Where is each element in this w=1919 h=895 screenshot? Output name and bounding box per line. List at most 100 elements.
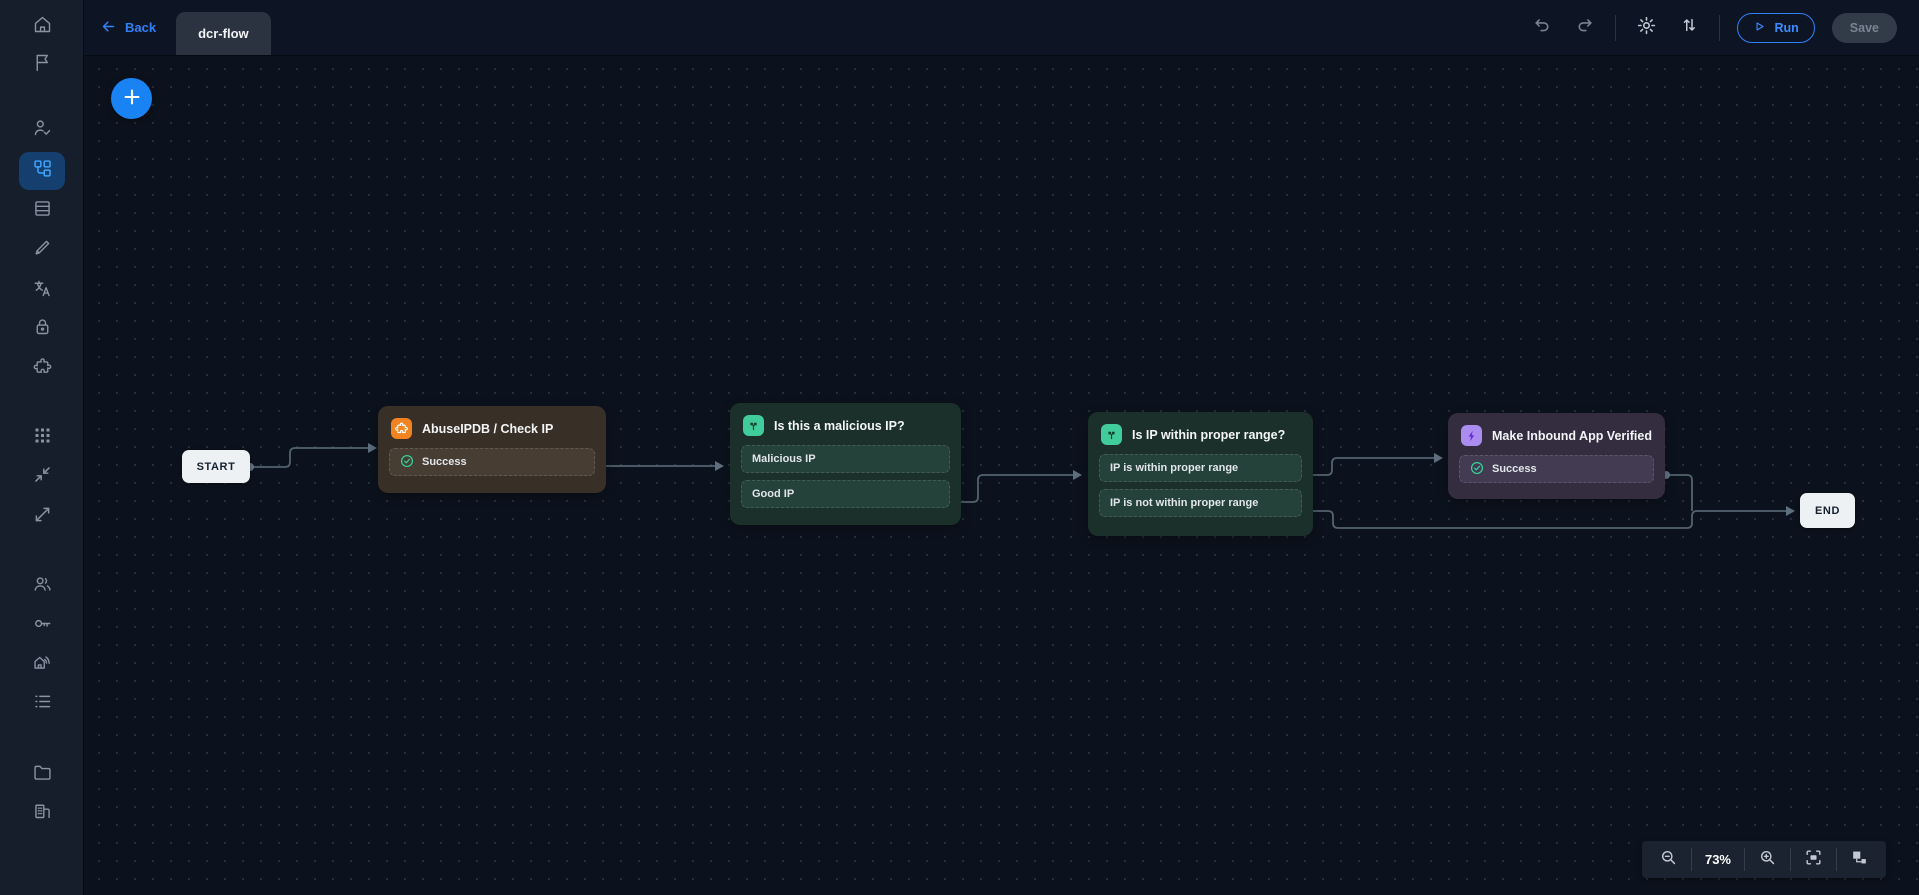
users-icon <box>32 573 53 599</box>
branch-icon <box>1101 424 1122 445</box>
node-range-check[interactable]: Is IP within proper range? IP is within … <box>1088 412 1313 536</box>
sidebar-item-home-signal[interactable] <box>19 645 65 683</box>
zoom-in-button[interactable] <box>1745 848 1790 872</box>
node-title: Is this a malicious IP? <box>774 418 905 433</box>
sidebar-item-logs[interactable] <box>19 685 65 723</box>
output-label: Success <box>1492 463 1537 475</box>
check-circle-icon <box>400 454 414 471</box>
branch-good-ip[interactable]: Good IP <box>741 480 950 508</box>
arrowhead <box>1786 506 1795 516</box>
branch-malicious-ip[interactable]: Malicious IP <box>741 445 950 473</box>
expand-icon <box>32 504 53 530</box>
puzzle-icon <box>32 356 53 382</box>
back-button[interactable]: Back <box>100 18 156 38</box>
auto-layout-icon <box>1850 848 1869 872</box>
apps-grid-icon <box>32 425 53 451</box>
add-step-button[interactable] <box>111 78 152 119</box>
zoom-level: 73% <box>1704 852 1731 867</box>
sidebar-item-workflows[interactable] <box>19 152 65 190</box>
plus-icon <box>121 86 143 111</box>
sidebar-item-users[interactable] <box>19 567 65 605</box>
settings-button[interactable] <box>1633 15 1659 41</box>
topbar-divider <box>1615 14 1617 41</box>
sidebar-item-flag[interactable] <box>19 46 65 84</box>
user-check-icon <box>32 117 53 143</box>
start-label: START <box>196 460 236 473</box>
sidebar-item-api-keys[interactable] <box>19 607 65 645</box>
bolt-icon <box>1461 425 1482 446</box>
branch-icon <box>743 415 764 436</box>
sidebar-item-organization[interactable] <box>19 794 65 832</box>
undo-button[interactable] <box>1529 15 1555 41</box>
home-signal-icon <box>32 651 53 677</box>
node-title: AbuseIPDB / Check IP <box>422 421 554 436</box>
back-label: Back <box>125 20 157 35</box>
edge-withinrange-make <box>1307 457 1434 476</box>
arrowhead <box>368 443 377 453</box>
zoom-toolbar: 73% <box>1641 841 1886 878</box>
translate-icon <box>32 278 53 304</box>
node-header: Make Inbound App Verified <box>1448 413 1665 455</box>
flow-canvas[interactable]: START AbuseIPDB / Check IP Success Is th… <box>84 56 1919 895</box>
run-button[interactable]: Run <box>1737 12 1815 43</box>
sidebar-item-files[interactable] <box>19 756 65 794</box>
branch-label: IP is not within proper range <box>1110 497 1259 509</box>
arrowhead <box>715 461 724 471</box>
sidebar-item-secrets[interactable] <box>19 310 65 348</box>
sidebar-item-design[interactable] <box>19 231 65 269</box>
sidebar-item-expand[interactable] <box>19 498 65 536</box>
branch-ip-not-within-range[interactable]: IP is not within proper range <box>1099 489 1302 517</box>
sidebar-item-home[interactable] <box>19 8 65 46</box>
sidebar-item-integrations[interactable] <box>19 350 65 388</box>
topbar-actions: Run Save <box>1529 12 1919 43</box>
sidebar-item-apps[interactable] <box>19 419 65 457</box>
save-label: Save <box>1849 20 1879 35</box>
fit-screen-icon <box>1804 848 1823 872</box>
node-abuseipdb[interactable]: AbuseIPDB / Check IP Success <box>378 406 606 493</box>
sort-button[interactable] <box>1676 15 1702 41</box>
flow-tab-label: dcr-flow <box>198 26 249 41</box>
table-rows-icon <box>32 198 53 224</box>
edge-notwithinrange-end <box>1307 510 1786 529</box>
node-output-success[interactable]: Success <box>389 448 595 476</box>
node-output-success[interactable]: Success <box>1459 455 1654 483</box>
arrowhead <box>1434 453 1443 463</box>
flow-tab[interactable]: dcr-flow <box>176 12 271 55</box>
end-node[interactable]: END <box>1800 493 1855 528</box>
topbar-divider <box>1719 14 1721 41</box>
redo-button[interactable] <box>1572 15 1598 41</box>
start-node[interactable]: START <box>182 450 250 483</box>
run-label: Run <box>1774 20 1799 35</box>
node-header: AbuseIPDB / Check IP <box>378 406 606 448</box>
branch-label: Good IP <box>752 488 795 500</box>
branch-label: IP is within proper range <box>1110 462 1239 474</box>
node-malicious-check[interactable]: Is this a malicious IP? Malicious IP Goo… <box>730 403 961 525</box>
lock-icon <box>32 316 53 342</box>
folder-icon <box>32 762 53 788</box>
sidebar-item-tables[interactable] <box>19 192 65 230</box>
fit-screen-button[interactable] <box>1791 848 1836 872</box>
edge-goodip-range <box>956 474 1073 503</box>
collapse-icon <box>32 464 53 490</box>
zoom-out-button[interactable] <box>1646 848 1691 872</box>
pen-icon <box>32 237 53 263</box>
branch-ip-within-range[interactable]: IP is within proper range <box>1099 454 1302 482</box>
auto-layout-button[interactable] <box>1837 848 1882 872</box>
end-label: END <box>1814 504 1841 517</box>
sidebar-item-approvals[interactable] <box>19 111 65 149</box>
node-title: Make Inbound App Verified <box>1492 428 1652 443</box>
check-circle-icon <box>1470 461 1484 478</box>
node-header: Is IP within proper range? <box>1088 412 1313 454</box>
sidebar-item-collapse[interactable] <box>19 458 65 496</box>
save-button[interactable]: Save <box>1831 12 1897 43</box>
branch-label: Malicious IP <box>752 453 816 465</box>
sidebar-item-translate[interactable] <box>19 272 65 310</box>
output-label: Success <box>422 456 467 468</box>
node-make-verified[interactable]: Make Inbound App Verified Success <box>1448 413 1665 499</box>
key-icon <box>32 613 53 639</box>
arrowhead <box>1073 470 1082 480</box>
arrow-left-icon <box>100 18 117 38</box>
organization-icon <box>32 800 53 826</box>
play-icon <box>1753 20 1766 36</box>
list-icon <box>32 691 53 717</box>
